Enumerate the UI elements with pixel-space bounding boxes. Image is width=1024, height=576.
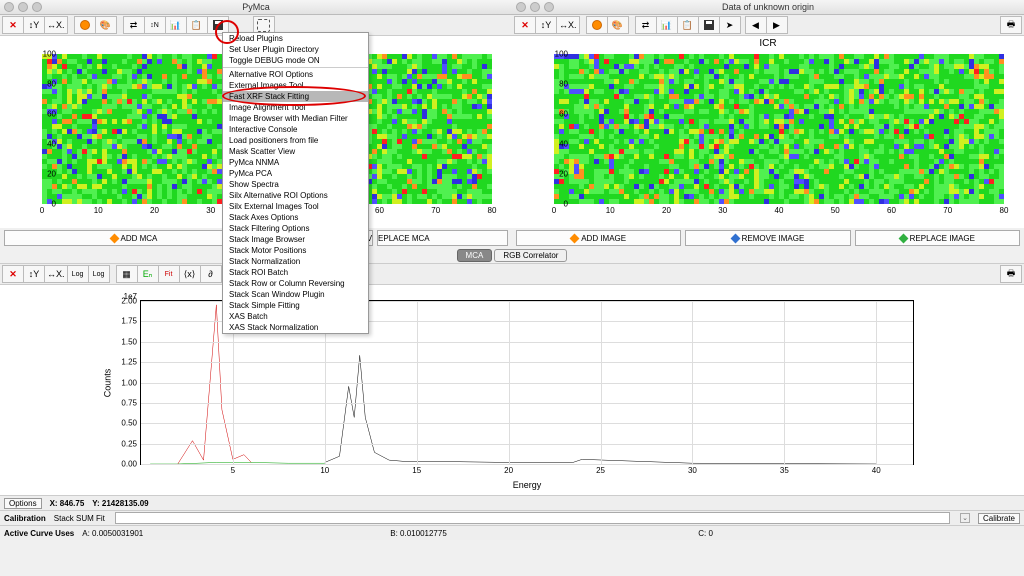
plot-toolbar: ✕ ↕Y ↔X. Log Log ▦ Eₙ Fit ⟨x⟩ ∂ 〰 🖶 [0, 263, 1024, 285]
x-reset-icon[interactable]: ✕ [514, 16, 536, 34]
titlebar-right: Data of unknown origin [512, 0, 1024, 15]
plugin-menu: Reload PluginsSet User Plugin DirectoryT… [222, 32, 369, 334]
x-reset-icon[interactable]: ✕ [2, 265, 24, 283]
coeff-a: A: 0.0050031901 [82, 529, 382, 538]
calibrate-button[interactable]: Calibrate [978, 513, 1020, 524]
menu-item[interactable]: Silx Alternative ROI Options [223, 190, 368, 201]
heatmap-right: ICR 10080604020001020304050607080 [512, 36, 1024, 228]
title-left: PyMca [242, 2, 270, 12]
status-calibration: Calibration Stack SUM Fit ⌄ Calibrate [0, 510, 1024, 525]
menu-item[interactable]: Stack Row or Column Reversing [223, 278, 368, 289]
menu-item[interactable]: Reload Plugins [223, 33, 368, 44]
tab-rgb[interactable]: RGB Correlator [494, 249, 567, 262]
log-y-icon[interactable]: Log [67, 265, 89, 283]
tab-mca[interactable]: MCA [457, 249, 493, 262]
fit-icon[interactable]: Fit [158, 265, 180, 283]
menu-item[interactable]: XAS Stack Normalization [223, 322, 368, 333]
copy-icon[interactable]: 📋 [677, 16, 699, 34]
prev-icon[interactable]: ◀ [745, 16, 767, 34]
plot-xlabel: Energy [513, 480, 542, 490]
menu-item[interactable]: Image Browser with Median Filter [223, 113, 368, 124]
calibration-dropdown-icon[interactable]: ⌄ [960, 513, 970, 523]
title-right: Data of unknown origin [722, 2, 814, 12]
menu-item[interactable]: PyMca NNMA [223, 157, 368, 168]
menu-item[interactable]: Set User Plugin Directory [223, 44, 368, 55]
chart-icon[interactable]: 📊 [165, 16, 187, 34]
status-x: X: 846.75 [50, 499, 85, 508]
y-auto-icon[interactable]: ↕Y [23, 265, 45, 283]
next-icon[interactable]: ▶ [766, 16, 788, 34]
menu-item[interactable]: Stack ROI Batch [223, 267, 368, 278]
options-button[interactable]: Options [4, 498, 42, 509]
menu-item[interactable]: PyMca PCA [223, 168, 368, 179]
orange-dot-icon[interactable] [586, 16, 608, 34]
replace-mca-button[interactable]: EPLACE MCA [377, 230, 508, 246]
replace-image-button[interactable]: REPLACE IMAGE [855, 230, 1020, 246]
menu-item[interactable]: Show Spectra [223, 179, 368, 190]
palette-icon[interactable]: 🎨 [95, 16, 117, 34]
x-scale-icon[interactable]: ↔X. [556, 16, 580, 34]
status-options: Options X: 846.75 Y: 21428135.09 [0, 495, 1024, 510]
x-scale-icon[interactable]: ↔X. [44, 16, 68, 34]
save-icon[interactable] [698, 16, 720, 34]
add-image-button[interactable]: ADD IMAGE [516, 230, 681, 246]
spectrum-plot[interactable]: Counts 1e7 Energy 2.001.751.501.251.000.… [0, 285, 1024, 495]
active-curve-label: Active Curve Uses [4, 529, 74, 538]
menu-item[interactable]: Interactive Console [223, 124, 368, 135]
menu-item[interactable]: Alternative ROI Options [223, 69, 368, 80]
toolbar-right: ✕ ↕Y ↔X. 🎨 ⇄ 📊 📋 ➤ ◀ ▶ 🖶 [512, 15, 1024, 36]
map-title-right: ICR [512, 36, 1024, 49]
flip-h-icon[interactable]: ⇄ [635, 16, 657, 34]
menu-item[interactable]: Toggle DEBUG mode ON [223, 55, 368, 66]
status-active-curve: Active Curve Uses A: 0.0050031901 B: 0.0… [0, 525, 1024, 540]
coeff-c: C: 0 [698, 529, 713, 538]
plot-ylabel: Counts [102, 368, 112, 397]
calibration-label: Calibration [4, 514, 46, 523]
image-buttons: ADD IMAGE REMOVE IMAGE REPLACE IMAGE [512, 228, 1024, 248]
deriv-icon[interactable]: ∂ [200, 265, 222, 283]
energy-icon[interactable]: Eₙ [137, 265, 159, 283]
print-icon[interactable]: 🖶 [1000, 16, 1022, 34]
chart-icon[interactable]: 📊 [656, 16, 678, 34]
avg-icon[interactable]: ⟨x⟩ [179, 265, 201, 283]
calibration-select[interactable] [115, 512, 950, 524]
calibration-value: Stack SUM Fit [54, 514, 105, 523]
flip-h-icon[interactable]: ⇄ [123, 16, 145, 34]
menu-item[interactable]: Image Alignment Tool [223, 102, 368, 113]
y-scale-icon[interactable]: ↕Y [535, 16, 557, 34]
menu-item[interactable]: Stack Image Browser [223, 234, 368, 245]
tab-row: MCA RGB Correlator [0, 248, 1024, 263]
menu-item[interactable]: Load positioners from file [223, 135, 368, 146]
cursor-icon[interactable]: ➤ [719, 16, 741, 34]
x-reset-icon[interactable]: ✕ [2, 16, 24, 34]
menu-item[interactable]: Stack Simple Fitting [223, 300, 368, 311]
log-x-icon[interactable]: Log [88, 265, 110, 283]
palette-icon[interactable]: 🎨 [607, 16, 629, 34]
remove-image-button[interactable]: REMOVE IMAGE [685, 230, 850, 246]
x-auto-icon[interactable]: ↔X. [44, 265, 68, 283]
orange-dot-icon[interactable] [74, 16, 96, 34]
menu-item[interactable]: Stack Motor Positions [223, 245, 368, 256]
flip-v-icon[interactable]: ↕N [144, 16, 166, 34]
menu-item[interactable]: Silx External Images Tool [223, 201, 368, 212]
menu-item[interactable]: XAS Batch [223, 311, 368, 322]
menu-item[interactable]: Stack Filtering Options [223, 223, 368, 234]
menu-item[interactable]: Stack Scan Window Plugin [223, 289, 368, 300]
menu-item[interactable]: Mask Scatter View [223, 146, 368, 157]
menu-item[interactable]: Fast XRF Stack Fitting [223, 91, 368, 102]
menu-item[interactable]: Stack Axes Options [223, 212, 368, 223]
print-icon[interactable]: 🖶 [1000, 265, 1022, 283]
status-y: Y: 21428135.09 [92, 499, 148, 508]
grid-icon[interactable]: ▦ [116, 265, 138, 283]
copy-icon[interactable]: 📋 [186, 16, 208, 34]
menu-item[interactable]: Stack Normalization [223, 256, 368, 267]
y-scale-icon[interactable]: ↕Y [23, 16, 45, 34]
titlebar-left: PyMca [0, 0, 512, 15]
menu-item[interactable]: External Images Tool [223, 80, 368, 91]
coeff-b: B: 0.010012775 [390, 529, 690, 538]
